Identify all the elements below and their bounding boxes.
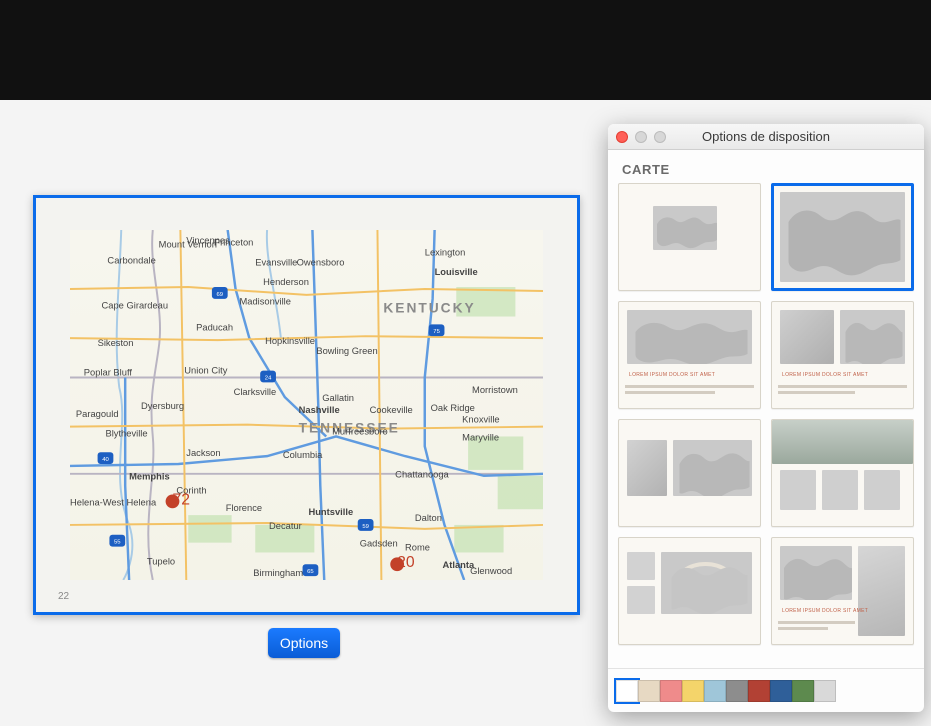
swatch-lightgrey[interactable] — [814, 680, 836, 702]
svg-text:Decatur: Decatur — [269, 521, 302, 531]
svg-text:Jackson: Jackson — [186, 448, 220, 458]
swatch-grey[interactable] — [726, 680, 748, 702]
svg-text:Cookeville: Cookeville — [370, 405, 413, 415]
svg-text:Blytheville: Blytheville — [105, 428, 147, 438]
swatch-white[interactable] — [616, 680, 638, 702]
layout-grid: LOREM IPSUM DOLOR SIT AMET LOREM IPSUM D… — [608, 183, 924, 668]
svg-text:Helena-West Helena: Helena-West Helena — [70, 497, 157, 507]
svg-text:55: 55 — [114, 540, 121, 546]
svg-text:Murfreesboro: Murfreesboro — [332, 427, 388, 437]
svg-text:Madisonville: Madisonville — [239, 297, 290, 307]
svg-text:40: 40 — [102, 457, 109, 463]
svg-text:Huntsville: Huntsville — [308, 507, 353, 517]
swatch-yellow[interactable] — [682, 680, 704, 702]
swatch-blue[interactable] — [770, 680, 792, 702]
svg-text:Union City: Union City — [184, 366, 227, 376]
svg-text:Bowling Green: Bowling Green — [316, 346, 377, 356]
layout-map-small-center[interactable] — [618, 183, 761, 291]
svg-text:69: 69 — [216, 292, 223, 298]
editor-canvas: 40 75 59 65 24 55 69 72 20 KENTUCKY TENN… — [0, 100, 931, 726]
swatch-lightblue[interactable] — [704, 680, 726, 702]
svg-text:Knoxville: Knoxville — [462, 415, 499, 425]
map-page-selected[interactable]: 40 75 59 65 24 55 69 72 20 KENTUCKY TENN… — [33, 195, 580, 615]
svg-text:Dyersburg: Dyersburg — [141, 401, 184, 411]
svg-text:Clarksville: Clarksville — [234, 387, 277, 397]
svg-text:75: 75 — [433, 329, 440, 335]
page-number: 22 — [58, 591, 69, 602]
svg-text:Gallatin: Gallatin — [322, 393, 354, 403]
close-icon[interactable] — [616, 131, 628, 143]
svg-text:Henderson: Henderson — [263, 277, 309, 287]
window-traffic-lights — [608, 131, 666, 143]
layout-panorama-three-photos[interactable] — [771, 419, 914, 527]
svg-text:Sikeston: Sikeston — [98, 338, 134, 348]
svg-text:Dalton: Dalton — [415, 513, 442, 523]
swatch-pink[interactable] — [660, 680, 682, 702]
layout-map-full-bleed[interactable] — [771, 183, 914, 291]
layout-two-photo-map[interactable] — [618, 419, 761, 527]
svg-text:Columbia: Columbia — [283, 450, 323, 460]
zoom-icon[interactable] — [654, 131, 666, 143]
svg-text:Morristown: Morristown — [472, 385, 518, 395]
svg-text:Paducah: Paducah — [196, 322, 233, 332]
swatch-green[interactable] — [792, 680, 814, 702]
layout-map-top-caption-below[interactable]: LOREM IPSUM DOLOR SIT AMET — [618, 301, 761, 409]
svg-text:Glenwood: Glenwood — [470, 566, 512, 576]
minimize-icon[interactable] — [635, 131, 647, 143]
svg-text:Princeton: Princeton — [214, 238, 254, 248]
options-button[interactable]: Options — [268, 628, 340, 658]
svg-text:Birmingham: Birmingham — [253, 568, 303, 578]
color-swatch-row — [608, 668, 924, 712]
svg-text:65: 65 — [307, 569, 314, 575]
svg-text:59: 59 — [362, 524, 369, 530]
svg-text:Chattanooga: Chattanooga — [395, 470, 449, 480]
svg-text:Tupelo: Tupelo — [147, 556, 175, 566]
svg-text:24: 24 — [265, 375, 272, 381]
top-dark-band — [0, 0, 931, 100]
swatch-red[interactable] — [748, 680, 770, 702]
section-label-carte: CARTE — [608, 150, 924, 183]
svg-text:Hopkinsville: Hopkinsville — [265, 336, 315, 346]
swatch-beige[interactable] — [638, 680, 660, 702]
svg-text:Corinth: Corinth — [176, 485, 206, 495]
svg-text:Owensboro: Owensboro — [297, 257, 345, 267]
svg-text:Paragould: Paragould — [76, 409, 119, 419]
layout-three-small-photos-map[interactable] — [618, 537, 761, 645]
svg-text:Cape Girardeau: Cape Girardeau — [102, 301, 169, 311]
svg-text:Louisville: Louisville — [435, 267, 478, 277]
svg-text:Memphis: Memphis — [129, 472, 170, 482]
svg-text:Oak Ridge: Oak Ridge — [431, 403, 475, 413]
svg-text:Lexington: Lexington — [425, 248, 466, 258]
svg-text:Florence: Florence — [226, 503, 262, 513]
svg-text:Poplar Bluff: Poplar Bluff — [84, 368, 133, 378]
svg-text:Rome: Rome — [405, 543, 430, 553]
svg-text:Carbondale: Carbondale — [107, 255, 155, 265]
svg-text:KENTUCKY: KENTUCKY — [383, 301, 475, 316]
svg-text:Gadsden: Gadsden — [360, 539, 398, 549]
svg-text:Maryville: Maryville — [462, 432, 499, 442]
svg-text:20: 20 — [397, 554, 415, 571]
layout-options-window[interactable]: Options de disposition CARTE LOREM — [608, 124, 924, 712]
layout-map-caption-photo-right[interactable]: LOREM IPSUM DOLOR SIT AMET — [771, 537, 914, 645]
svg-text:Evansville: Evansville — [255, 257, 297, 267]
svg-text:Nashville: Nashville — [299, 405, 340, 415]
layout-split-photo-map-caption[interactable]: LOREM IPSUM DOLOR SIT AMET — [771, 301, 914, 409]
map-view: 40 75 59 65 24 55 69 72 20 KENTUCKY TENN… — [70, 230, 543, 580]
window-titlebar[interactable]: Options de disposition — [608, 124, 924, 150]
